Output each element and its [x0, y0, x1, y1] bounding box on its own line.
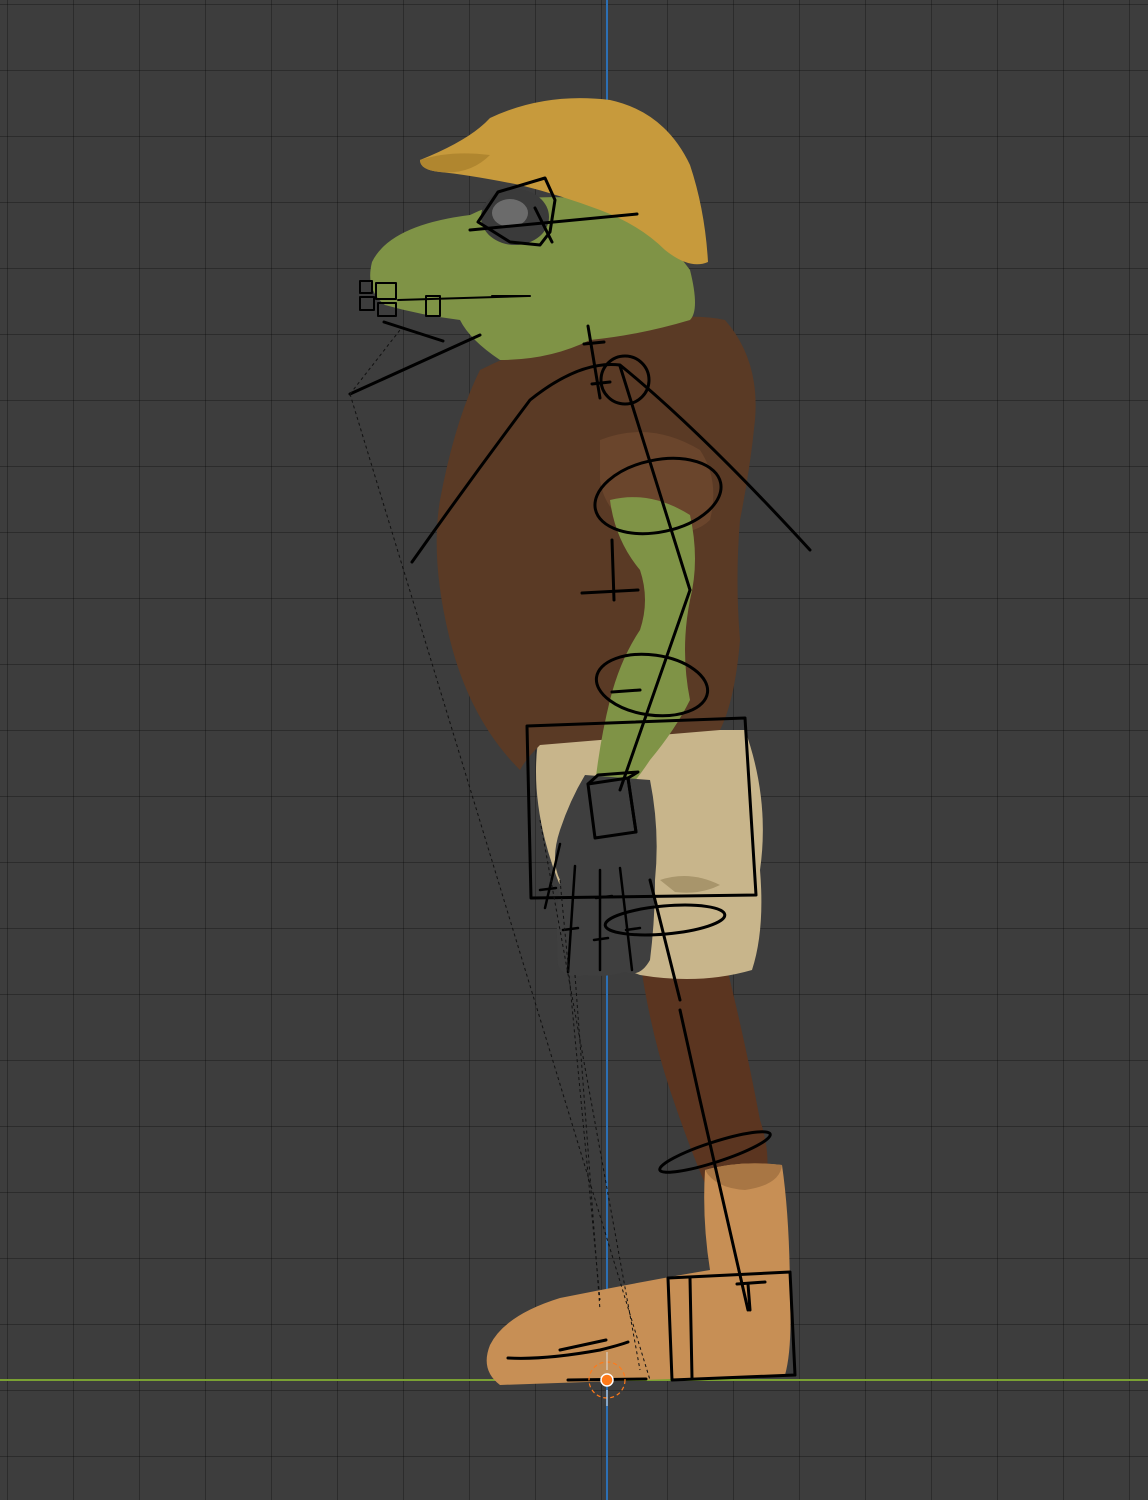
viewport-canvas [0, 0, 1148, 1500]
elbow-pole[interactable] [610, 538, 616, 602]
foot-control-line[interactable] [688, 1276, 694, 1380]
neck-ik-line[interactable] [348, 333, 482, 396]
jaw-bone[interactable] [382, 320, 445, 343]
forearm-tick[interactable] [610, 688, 642, 694]
foot-tick[interactable] [735, 1280, 767, 1286]
eye-highlight [492, 199, 528, 227]
foot-bone[interactable] [746, 1282, 752, 1312]
spine-tick-1[interactable] [582, 340, 606, 346]
character-mesh[interactable] [370, 98, 791, 1385]
3d-viewport[interactable] [0, 0, 1148, 1500]
